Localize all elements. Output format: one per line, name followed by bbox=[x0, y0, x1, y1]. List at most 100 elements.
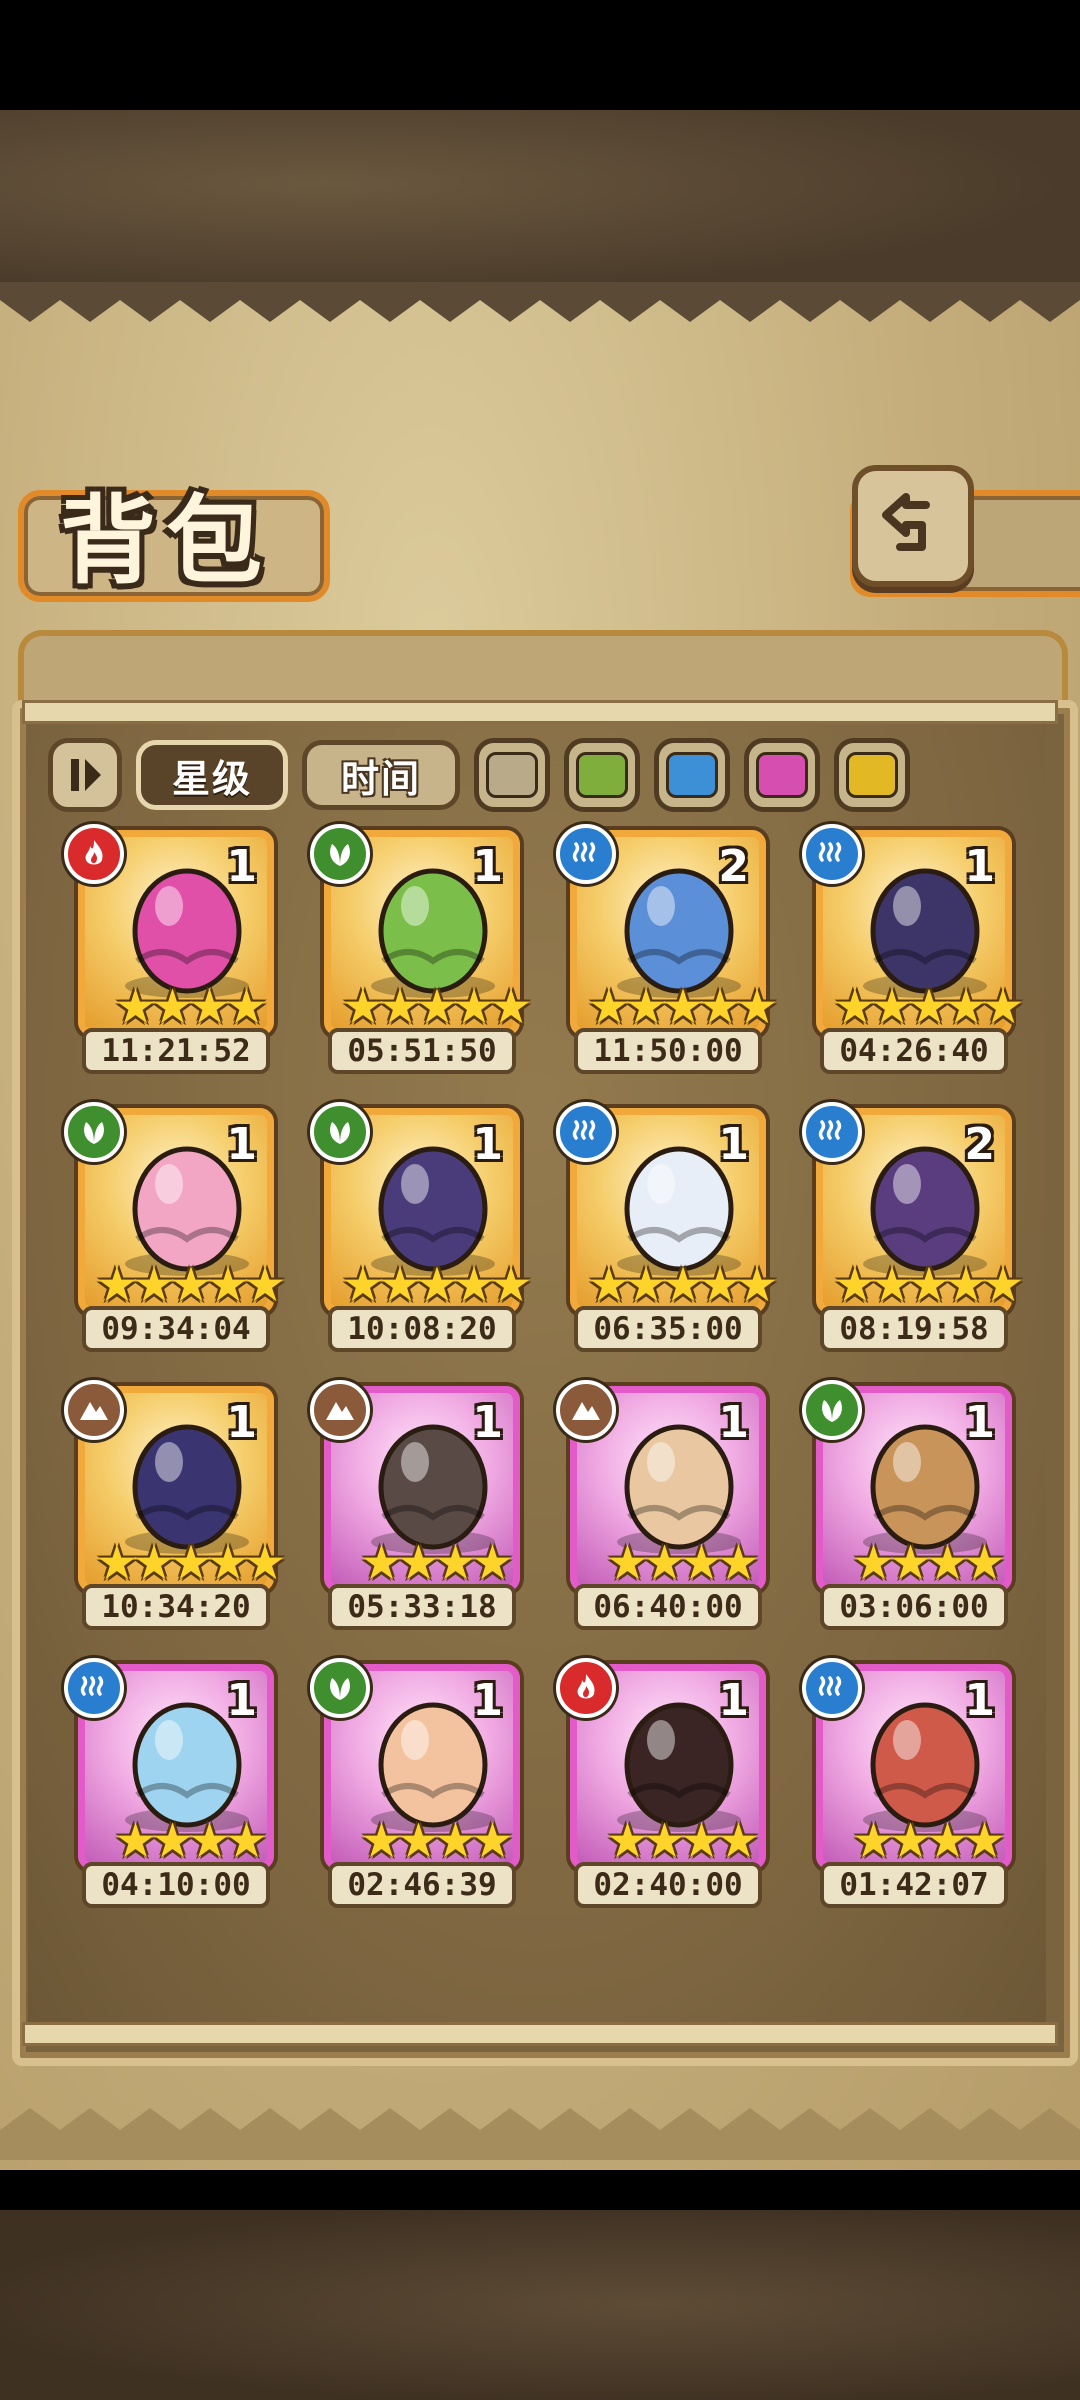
item-card[interactable]: 1 ★ ★ ★ ★ ★ 10:34:20 bbox=[64, 1380, 287, 1636]
hatch-timer: 04:26:40 bbox=[820, 1028, 1008, 1074]
item-count: 1 bbox=[472, 841, 503, 892]
item-card[interactable]: 1 ★ ★ ★ ★ 05:33:18 bbox=[310, 1380, 526, 1636]
star-rating: ★ ★ ★ ★ ★ bbox=[341, 982, 533, 1032]
sort-filter-bar: 星级 时间 bbox=[48, 735, 910, 815]
hatch-timer: 10:34:20 bbox=[82, 1584, 270, 1630]
item-card[interactable]: 1 ★ ★ ★ ★ ★ 04:26:40 bbox=[802, 824, 1025, 1080]
star-rating: ★ ★ ★ ★ ★ bbox=[341, 1260, 533, 1310]
star-rating: ★ ★ ★ ★ bbox=[587, 1816, 779, 1866]
item-count: 1 bbox=[718, 1119, 749, 1170]
item-card[interactable]: 1 ★ ★ ★ ★ 02:40:00 bbox=[556, 1658, 772, 1914]
filter-green-button[interactable] bbox=[564, 738, 640, 812]
hatch-timer: 11:21:52 bbox=[82, 1028, 270, 1074]
item-card[interactable]: 1 ★ ★ ★ ★ 02:46:39 bbox=[310, 1658, 526, 1914]
item-count: 2 bbox=[718, 841, 749, 892]
item-count: 1 bbox=[226, 1397, 257, 1448]
item-card[interactable]: 1 ★ ★ ★ ★ ★ 06:35:00 bbox=[556, 1102, 779, 1358]
item-card[interactable]: 1 ★ ★ ★ ★ 06:40:00 bbox=[556, 1380, 772, 1636]
hatch-timer: 06:40:00 bbox=[574, 1584, 762, 1630]
torn-edge-bottom bbox=[0, 2108, 1080, 2160]
blue-swatch bbox=[666, 752, 718, 798]
gray-swatch bbox=[486, 752, 538, 798]
back-arrow-icon bbox=[882, 493, 930, 551]
star-rating: ★ ★ ★ ★ bbox=[833, 1538, 1025, 1588]
star-rating: ★ ★ ★ ★ ★ bbox=[95, 1538, 287, 1588]
water-element-icon bbox=[556, 824, 616, 884]
sort-by-star-tab[interactable]: 星级 bbox=[136, 740, 288, 810]
star-rating: ★ ★ ★ ★ ★ bbox=[95, 1260, 287, 1310]
filter-blue-button[interactable] bbox=[654, 738, 730, 812]
water-element-icon bbox=[64, 1658, 124, 1718]
grass-element-icon bbox=[310, 1102, 370, 1162]
star-rating: ★ ★ ★ ★ bbox=[95, 982, 287, 1032]
item-count: 1 bbox=[472, 1675, 503, 1726]
item-count: 1 bbox=[226, 1675, 257, 1726]
star-icon: ★ bbox=[471, 1813, 515, 1869]
water-element-icon bbox=[802, 1658, 862, 1718]
star-icon: ★ bbox=[981, 1257, 1025, 1313]
star-icon: ★ bbox=[489, 979, 533, 1035]
grass-element-icon bbox=[310, 1658, 370, 1718]
fire-element-icon bbox=[64, 824, 124, 884]
status-bar bbox=[0, 0, 1080, 110]
game-stage: 背包 星级 时间 1 ★ ★ ★ ★ 11:21:52 1 ★ ★ ★ ★ ★ 05:51:50 2 ★ ★ ★… bbox=[0, 0, 1080, 2400]
item-count: 1 bbox=[226, 1119, 257, 1170]
panel-rail-top bbox=[22, 700, 1058, 724]
hatch-timer: 02:40:00 bbox=[574, 1862, 762, 1908]
sort-by-time-tab[interactable]: 时间 bbox=[302, 740, 460, 810]
filter-gray-button[interactable] bbox=[474, 738, 550, 812]
item-count: 1 bbox=[964, 1675, 995, 1726]
hatch-timer: 05:33:18 bbox=[328, 1584, 516, 1630]
star-icon: ★ bbox=[717, 1535, 761, 1591]
item-card[interactable]: 1 ★ ★ ★ ★ 03:06:00 bbox=[802, 1380, 1018, 1636]
sort-direction-icon bbox=[71, 759, 101, 791]
star-rating: ★ ★ ★ ★ bbox=[95, 1816, 287, 1866]
star-icon: ★ bbox=[471, 1535, 515, 1591]
star-icon: ★ bbox=[963, 1813, 1007, 1869]
item-card[interactable]: 1 ★ ★ ★ ★ 11:21:52 bbox=[64, 824, 280, 1080]
map-background-top bbox=[0, 110, 1080, 295]
item-count: 1 bbox=[964, 841, 995, 892]
hatch-timer: 09:34:04 bbox=[82, 1306, 270, 1352]
hatch-timer: 05:51:50 bbox=[328, 1028, 516, 1074]
item-count: 1 bbox=[718, 1397, 749, 1448]
item-count: 1 bbox=[226, 841, 257, 892]
filter-pink-button[interactable] bbox=[744, 738, 820, 812]
grass-element-icon bbox=[64, 1102, 124, 1162]
star-rating: ★ ★ ★ ★ bbox=[587, 1538, 779, 1588]
torn-edge-top bbox=[0, 282, 1080, 322]
back-button[interactable] bbox=[852, 465, 974, 587]
item-card[interactable]: 2 ★ ★ ★ ★ ★ 11:50:00 bbox=[556, 824, 779, 1080]
hatch-timer: 11:50:00 bbox=[574, 1028, 762, 1074]
star-icon: ★ bbox=[243, 1257, 287, 1313]
hatch-timer: 08:19:58 bbox=[820, 1306, 1008, 1352]
star-icon: ★ bbox=[735, 1257, 779, 1313]
hatch-timer: 06:35:00 bbox=[574, 1306, 762, 1352]
fire-element-icon bbox=[556, 1658, 616, 1718]
earth-element-icon bbox=[556, 1380, 616, 1440]
pink-swatch bbox=[756, 752, 808, 798]
green-swatch bbox=[576, 752, 628, 798]
item-card[interactable]: 1 ★ ★ ★ ★ ★ 05:51:50 bbox=[310, 824, 533, 1080]
star-rating: ★ ★ ★ ★ bbox=[833, 1816, 1025, 1866]
star-icon: ★ bbox=[243, 1535, 287, 1591]
star-icon: ★ bbox=[489, 1257, 533, 1313]
item-count: 1 bbox=[964, 1397, 995, 1448]
sort-order-toggle[interactable] bbox=[48, 738, 122, 812]
item-card[interactable]: 1 ★ ★ ★ ★ 01:42:07 bbox=[802, 1658, 1018, 1914]
star-icon: ★ bbox=[981, 979, 1025, 1035]
filter-yellow-button[interactable] bbox=[834, 738, 910, 812]
map-background-bottom bbox=[0, 2210, 1080, 2400]
item-card[interactable]: 2 ★ ★ ★ ★ ★ 08:19:58 bbox=[802, 1102, 1025, 1358]
star-rating: ★ ★ ★ ★ ★ bbox=[833, 1260, 1025, 1310]
item-card[interactable]: 1 ★ ★ ★ ★ ★ 09:34:04 bbox=[64, 1102, 287, 1358]
earth-element-icon bbox=[64, 1380, 124, 1440]
star-icon: ★ bbox=[225, 979, 269, 1035]
item-card[interactable]: 1 ★ ★ ★ ★ 04:10:00 bbox=[64, 1658, 280, 1914]
star-icon: ★ bbox=[225, 1813, 269, 1869]
item-count: 1 bbox=[472, 1119, 503, 1170]
item-card[interactable]: 1 ★ ★ ★ ★ ★ 10:08:20 bbox=[310, 1102, 533, 1358]
star-rating: ★ ★ ★ ★ bbox=[341, 1816, 533, 1866]
hatch-timer: 03:06:00 bbox=[820, 1584, 1008, 1630]
water-element-icon bbox=[802, 824, 862, 884]
